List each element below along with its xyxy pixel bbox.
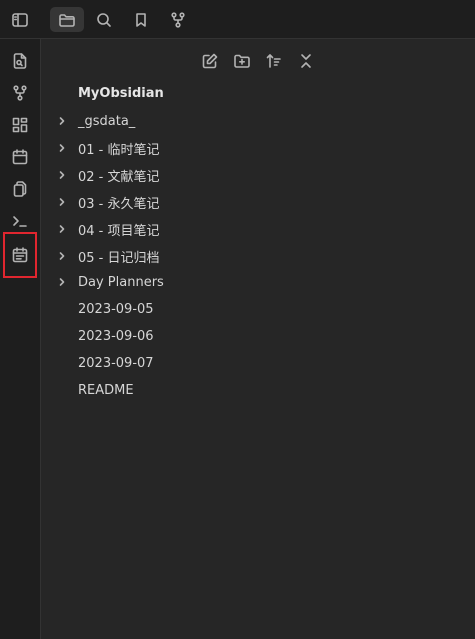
git-tab-button[interactable] bbox=[161, 7, 195, 32]
sort-button[interactable] bbox=[262, 49, 286, 73]
files-tab-button[interactable] bbox=[50, 7, 84, 32]
command-palette-button[interactable] bbox=[4, 207, 36, 235]
left-ribbon bbox=[0, 39, 41, 639]
search-icon bbox=[95, 11, 113, 29]
tree-item-label: 2023-09-05 bbox=[78, 301, 154, 317]
tree-folder[interactable]: 05 - 日记归档 bbox=[56, 244, 160, 268]
tree-item-label: 03 - 永久笔记 bbox=[78, 196, 160, 212]
file-search-icon bbox=[11, 52, 29, 70]
new-folder-button[interactable] bbox=[230, 49, 254, 73]
day-planner-icon bbox=[11, 246, 29, 264]
tree-item-label: 2023-09-06 bbox=[78, 328, 154, 344]
tree-item-label: 04 - 项目笔记 bbox=[78, 223, 160, 239]
tree-file[interactable]: 2023-09-06 bbox=[56, 324, 154, 348]
chevron-right-icon bbox=[56, 250, 68, 262]
file-explorer: MyObsidian _gsdata_ 01 - 临时笔记 02 - 文献笔记 … bbox=[41, 39, 475, 639]
tree-item-label: 2023-09-07 bbox=[78, 355, 154, 371]
tree-folder[interactable]: 01 - 临时笔记 bbox=[56, 136, 160, 160]
vault-name[interactable]: MyObsidian bbox=[78, 86, 164, 101]
sidebar-toggle-button[interactable] bbox=[3, 7, 37, 32]
tree-folder[interactable]: Day Planners bbox=[56, 270, 164, 294]
daily-note-button[interactable] bbox=[4, 143, 36, 171]
collapse-all-button[interactable] bbox=[294, 49, 318, 73]
new-note-button[interactable] bbox=[198, 49, 222, 73]
git-fork-icon bbox=[169, 11, 187, 29]
tree-folder[interactable]: 03 - 永久笔记 bbox=[56, 190, 160, 214]
chevron-right-icon bbox=[56, 169, 68, 181]
top-tab-bar bbox=[0, 0, 475, 39]
chevron-right-icon bbox=[56, 115, 68, 127]
tree-folder[interactable]: 04 - 项目笔记 bbox=[56, 217, 160, 241]
tree-file[interactable]: 2023-09-05 bbox=[56, 297, 154, 321]
new-note-icon bbox=[201, 52, 219, 70]
copy-icon bbox=[11, 180, 29, 198]
chevron-right-icon bbox=[56, 196, 68, 208]
day-planner-button[interactable] bbox=[3, 232, 37, 278]
tree-item-label: Day Planners bbox=[78, 274, 164, 290]
explorer-actions bbox=[41, 49, 475, 73]
quick-switcher-button[interactable] bbox=[4, 47, 36, 75]
dashboard-button[interactable] bbox=[4, 111, 36, 139]
tree-folder[interactable]: 02 - 文献笔记 bbox=[56, 163, 160, 187]
search-tab-button[interactable] bbox=[87, 7, 121, 32]
calendar-icon bbox=[11, 148, 29, 166]
graph-view-button[interactable] bbox=[4, 79, 36, 107]
tree-item-label: 05 - 日记归档 bbox=[78, 250, 160, 266]
collapse-all-icon bbox=[297, 52, 315, 70]
bookmarks-tab-button[interactable] bbox=[124, 7, 158, 32]
tree-item-label: _gsdata_ bbox=[78, 113, 136, 129]
sort-icon bbox=[265, 52, 283, 70]
chevron-right-icon bbox=[56, 142, 68, 154]
bookmark-icon bbox=[132, 11, 150, 29]
chevron-right-icon bbox=[56, 223, 68, 235]
graph-icon bbox=[11, 84, 29, 102]
tree-file[interactable]: 2023-09-07 bbox=[56, 351, 154, 375]
tree-item-label: 02 - 文献笔记 bbox=[78, 169, 160, 185]
tree-item-label: 01 - 临时笔记 bbox=[78, 142, 160, 158]
templates-button[interactable] bbox=[4, 175, 36, 203]
tree-file[interactable]: README bbox=[56, 378, 134, 402]
chevron-right-icon bbox=[56, 276, 68, 288]
folder-icon bbox=[58, 11, 76, 29]
new-folder-icon bbox=[233, 52, 251, 70]
tree-item-label: README bbox=[78, 382, 134, 398]
dashboard-icon bbox=[11, 116, 29, 134]
tree-folder[interactable]: _gsdata_ bbox=[56, 109, 135, 133]
terminal-icon bbox=[11, 212, 29, 230]
sidebar-toggle-icon bbox=[11, 11, 29, 29]
